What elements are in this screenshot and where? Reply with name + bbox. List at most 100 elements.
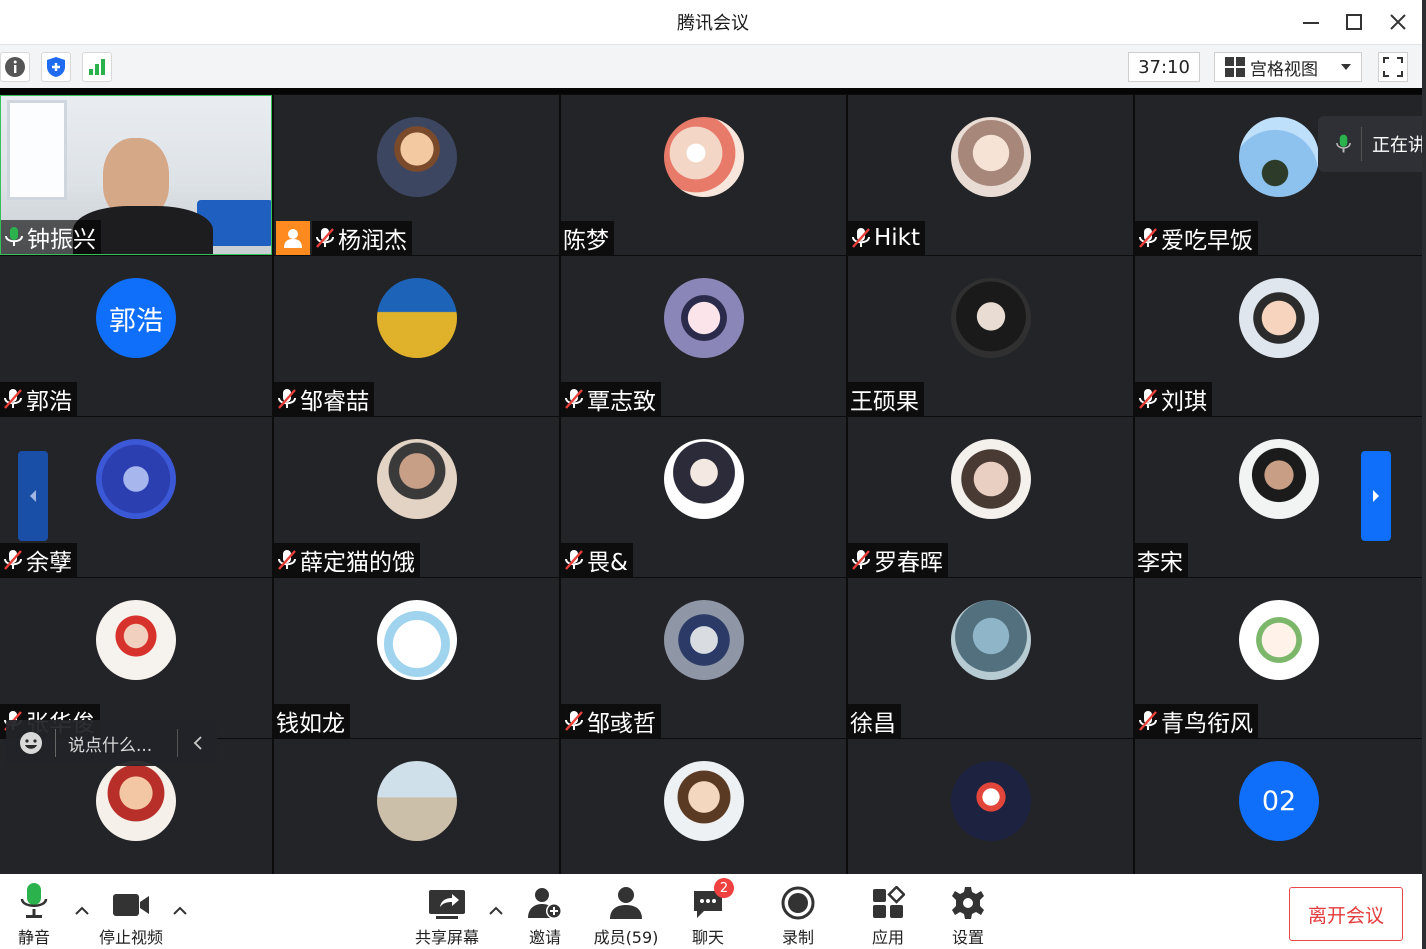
participant-tile[interactable]: 罗春晖 [848, 417, 1133, 577]
participant-tile[interactable]: 覃志致 [561, 256, 846, 416]
participant-tile[interactable] [561, 739, 846, 874]
settings-button[interactable]: 设置 [950, 874, 986, 948]
participant-tile[interactable]: 张华俊 [0, 578, 272, 738]
fullscreen-button[interactable] [1378, 52, 1408, 82]
mic-muted-icon [2, 548, 24, 572]
avatar [664, 761, 744, 841]
mic-muted-icon [563, 387, 585, 411]
participant-name: 钟振兴 [27, 227, 96, 253]
next-page-button[interactable] [1361, 451, 1391, 541]
close-button[interactable] [1383, 7, 1413, 37]
stop-video-button[interactable]: 停止视频 [98, 874, 164, 948]
participant-name: 爱吃早饭 [1161, 228, 1253, 254]
collapse-chat-button[interactable] [177, 729, 217, 757]
microphone-icon [20, 883, 48, 918]
info-icon [5, 57, 25, 77]
mic-muted-icon [1137, 226, 1159, 250]
meeting-info-button[interactable] [0, 52, 30, 82]
security-button[interactable] [41, 52, 71, 82]
view-mode-select[interactable]: 宫格视图 [1214, 52, 1362, 82]
participant-tile[interactable]: 青鸟衔风 [1135, 578, 1422, 738]
close-icon [1390, 14, 1406, 30]
previous-page-button[interactable] [18, 451, 48, 541]
participant-tile[interactable]: 王硕果 [848, 256, 1133, 416]
record-label: 录制 [781, 928, 814, 947]
participant-name: Hikt [874, 225, 921, 251]
participant-tile[interactable]: 刘琪 [1135, 256, 1422, 416]
participant-tile[interactable]: 邹彧哲 [561, 578, 846, 738]
members-button[interactable]: 成员(59) [593, 874, 659, 948]
participant-name: 徐昌 [850, 711, 896, 737]
avatar [1239, 278, 1319, 358]
window-graphic [7, 100, 67, 200]
minimize-button[interactable] [1296, 7, 1326, 37]
members-label: 成员(59) [593, 928, 659, 947]
signal-icon [89, 59, 105, 75]
participant-name-tag: 徐昌 [848, 704, 901, 738]
participant-name-tag: 邹彧哲 [561, 704, 661, 738]
meeting-info-bar: 37:10 宫格视图 [0, 44, 1426, 88]
participant-tile[interactable]: 02 [1135, 739, 1422, 874]
avatar [96, 439, 176, 519]
fullscreen-icon [1383, 57, 1403, 77]
participant-name: 余孽 [26, 550, 72, 576]
participant-tile[interactable]: 畏& [561, 417, 846, 577]
leave-meeting-button[interactable]: 离开会议 [1289, 887, 1403, 941]
mute-options-chevron-icon[interactable] [74, 904, 90, 916]
mute-label: 静音 [17, 928, 50, 947]
participant-name: 钱如龙 [276, 711, 345, 737]
participant-tile[interactable]: 杨润杰 [274, 95, 559, 255]
participant-tile[interactable] [274, 739, 559, 874]
record-button[interactable]: 录制 [780, 874, 816, 948]
invite-button[interactable]: 邀请 [527, 874, 563, 948]
participant-tile[interactable]: Hikt [848, 95, 1133, 255]
avatar [1239, 600, 1319, 680]
share-screen-button[interactable]: 共享屏幕 [414, 874, 480, 948]
participant-tile[interactable]: 邹睿喆 [274, 256, 559, 416]
chat-button[interactable]: 2 聊天 [690, 874, 734, 948]
network-quality-button[interactable] [82, 52, 112, 82]
stop-video-label: 停止视频 [98, 928, 163, 947]
participant-name-tag: 杨润杰 [312, 221, 412, 255]
mute-button[interactable]: 静音 [12, 874, 56, 948]
participant-tile[interactable]: 钱如龙 [274, 578, 559, 738]
mic-muted-icon [1137, 709, 1159, 733]
participant-name-tag: 刘琪 [1135, 382, 1212, 416]
title-bar: 腾讯会议 [0, 0, 1426, 44]
participant-tile[interactable]: 陈梦 [561, 95, 846, 255]
video-options-chevron-icon[interactable] [172, 904, 188, 916]
mic-muted-icon [276, 548, 298, 572]
participant-tile[interactable]: 薛定猫的饿 [274, 417, 559, 577]
mic-muted-icon [1137, 387, 1159, 411]
chevron-down-icon [1341, 64, 1351, 70]
video-camera-icon [113, 894, 149, 916]
quick-chat-box[interactable]: 说点什么... [6, 720, 217, 766]
share-options-chevron-icon[interactable] [488, 904, 504, 916]
avatar [1239, 117, 1319, 197]
participant-name-tag: 钟振兴 [1, 220, 101, 254]
avatar [1239, 439, 1319, 519]
apps-button[interactable]: 应用 [870, 874, 906, 948]
members-icon [610, 887, 642, 919]
participant-name: 杨润杰 [338, 228, 407, 254]
avatar [951, 278, 1031, 358]
participant-tile[interactable]: 郭浩 郭浩 [0, 256, 272, 416]
participant-name: 覃志致 [587, 389, 656, 415]
participant-tile[interactable]: 徐昌 [848, 578, 1133, 738]
participant-name: 陈梦 [563, 228, 609, 254]
chevron-right-icon [1373, 490, 1379, 502]
view-mode-label: 宫格视图 [1250, 59, 1318, 80]
mic-muted-icon [563, 548, 585, 572]
participant-tile[interactable]: 钟振兴 [0, 95, 272, 255]
avatar [377, 117, 457, 197]
emoji-icon [20, 732, 42, 754]
maximize-button[interactable] [1339, 7, 1369, 37]
share-screen-label: 共享屏幕 [414, 928, 479, 947]
participant-name-tag: 邹睿喆 [274, 382, 374, 416]
minimize-icon [1303, 22, 1319, 24]
microphone-icon [1336, 134, 1351, 153]
participant-tile[interactable] [848, 739, 1133, 874]
chat-input-placeholder[interactable]: 说点什么... [68, 731, 152, 756]
host-badge-icon [276, 221, 310, 255]
avatar [951, 761, 1031, 841]
